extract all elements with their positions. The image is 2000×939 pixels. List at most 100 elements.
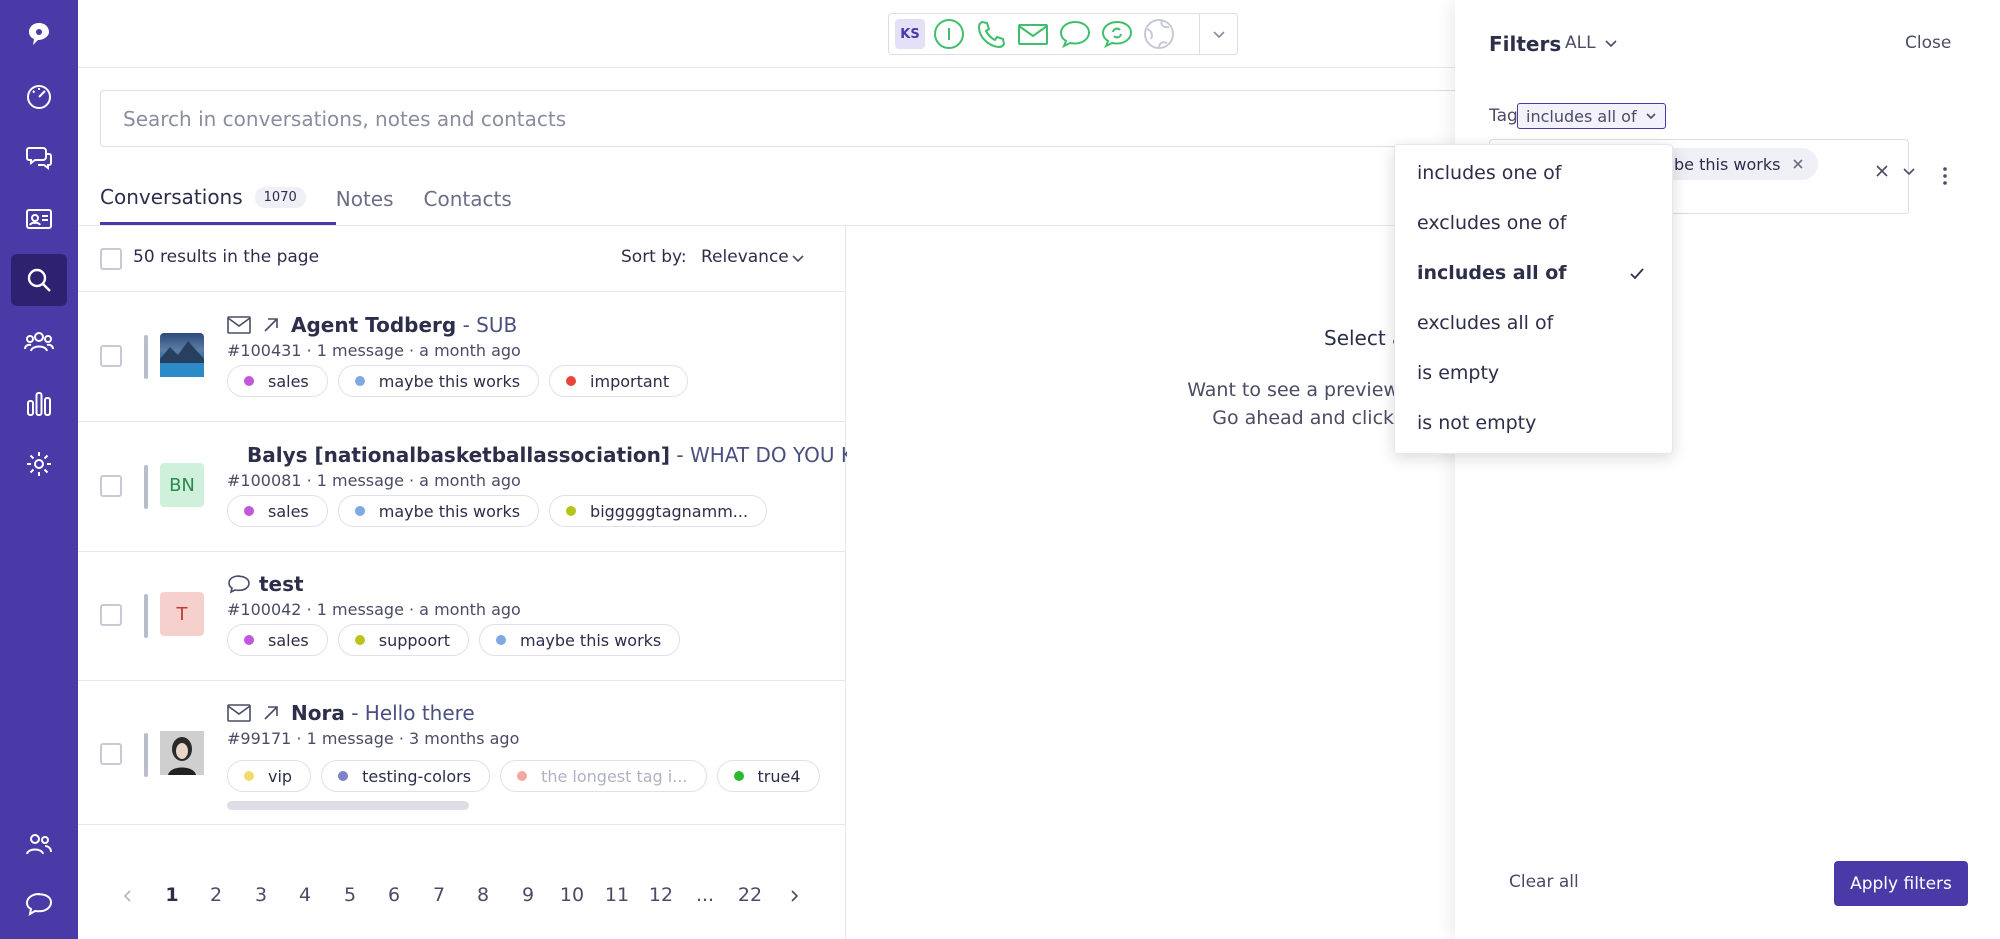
divider <box>1199 14 1200 54</box>
chevron-right-icon[interactable] <box>786 888 802 904</box>
conversation-title[interactable]: Agent Todberg - SUB <box>227 313 517 337</box>
page-button[interactable]: 3 <box>241 884 281 906</box>
logo-icon[interactable] <box>11 8 67 60</box>
chat-refresh-icon[interactable] <box>1099 16 1135 52</box>
conversations-icon[interactable] <box>11 131 67 183</box>
page-button[interactable]: 8 <box>463 884 503 906</box>
settings-gear-icon[interactable] <box>11 438 67 490</box>
dashboard-icon[interactable] <box>11 71 67 123</box>
subject: - WHAT DO YOU KNO <box>676 443 847 467</box>
close-button[interactable]: Close <box>1905 33 1951 53</box>
contact-name: Agent Todberg <box>291 313 457 337</box>
chevron-down-icon[interactable] <box>1902 164 1916 178</box>
page-button[interactable]: 4 <box>285 884 325 906</box>
conversation-title[interactable]: Nora - Hello there <box>227 701 475 725</box>
user-avatar[interactable]: KS <box>895 19 925 49</box>
tag-badge[interactable]: maybe this works <box>337 495 540 527</box>
mail-icon[interactable] <box>1015 16 1051 52</box>
page-button[interactable]: 11 <box>597 884 637 906</box>
globe-icon[interactable] <box>1141 16 1177 52</box>
row-checkbox[interactable] <box>100 345 122 367</box>
tab-contacts[interactable]: Contacts <box>424 172 542 225</box>
tab-label: Conversations <box>100 185 243 209</box>
checkmark-icon <box>1630 268 1644 280</box>
clear-all-button[interactable]: Clear all <box>1509 872 1579 892</box>
chevron-down-icon <box>1646 113 1656 120</box>
select-all-checkbox[interactable] <box>100 248 122 270</box>
priority-bar <box>144 594 148 638</box>
chat-support-icon[interactable] <box>11 878 67 930</box>
page-button[interactable]: 10 <box>552 884 592 906</box>
dropdown-option[interactable]: is not empty <box>1417 412 1657 434</box>
tab-notes[interactable]: Notes <box>336 172 424 225</box>
search-input[interactable] <box>101 91 1479 146</box>
page-button[interactable]: 7 <box>419 884 459 906</box>
tag-badge[interactable]: sales <box>227 495 328 527</box>
chevron-left-icon[interactable] <box>120 888 136 904</box>
row-checkbox[interactable] <box>100 604 122 626</box>
row-checkbox[interactable] <box>100 743 122 765</box>
contacts-card-icon[interactable] <box>11 193 67 245</box>
tag-badge[interactable]: maybe this works <box>478 624 681 656</box>
tag-badge[interactable]: vip <box>227 760 312 792</box>
dropdown-option[interactable]: includes one of <box>1417 162 1657 184</box>
tag-badge[interactable]: important <box>549 365 689 397</box>
table-row[interactable]: BN Balys [nationalbasketballassociation]… <box>78 423 847 552</box>
results-count: 50 results in the page <box>133 247 320 267</box>
chevron-down-icon[interactable] <box>1209 24 1229 44</box>
conversation-meta: #100081 · 1 message · a month ago <box>227 471 521 490</box>
tag-badge[interactable]: suppoort <box>337 624 469 656</box>
reports-icon[interactable] <box>11 378 67 430</box>
page-button[interactable]: 6 <box>374 884 414 906</box>
filters-panel: Filters ALL Close Tag includes all of be… <box>1455 0 2000 939</box>
outgoing-arrow-icon <box>264 318 278 332</box>
tag-badge[interactable]: maybe this works <box>337 365 540 397</box>
tab-label: Contacts <box>423 186 512 211</box>
clear-icon[interactable] <box>1875 164 1889 178</box>
page-button[interactable]: 5 <box>330 884 370 906</box>
chip-label: be this works <box>1674 154 1781 174</box>
sort-select[interactable]: Relevance <box>701 247 789 267</box>
search-icon[interactable] <box>11 254 67 306</box>
tag-list: vip testing-colors the longest tag i... … <box>227 760 887 792</box>
operator-select[interactable]: includes all of <box>1517 103 1666 129</box>
avatar: T <box>160 592 204 636</box>
table-row[interactable]: Nora - Hello there #99171 · 1 message · … <box>78 681 846 825</box>
tag-badge[interactable]: testing-colors <box>321 760 491 792</box>
list-header: 50 results in the page Sort by: Relevanc… <box>78 226 846 292</box>
tag-badge[interactable]: sales <box>227 624 328 656</box>
more-options-icon[interactable] <box>1942 166 1948 186</box>
dropdown-option[interactable]: excludes all of <box>1417 312 1657 334</box>
page-button[interactable]: 12 <box>641 884 681 906</box>
dropdown-option[interactable]: is empty <box>1417 362 1657 384</box>
tab-conversations[interactable]: Conversations 1070 <box>100 172 336 225</box>
table-row[interactable]: Agent Todberg - SUB #100431 · 1 message … <box>78 293 846 422</box>
tag-badge[interactable]: bigggggtagnamm... <box>549 495 768 527</box>
tag-badge[interactable]: sales <box>227 365 328 397</box>
row-checkbox[interactable] <box>100 475 122 497</box>
dropdown-option-selected[interactable]: includes all of <box>1417 262 1657 284</box>
dropdown-option[interactable]: excludes one of <box>1417 212 1657 234</box>
avatar <box>160 731 204 775</box>
info-icon[interactable] <box>931 16 967 52</box>
horizontal-scrollbar[interactable] <box>227 801 469 810</box>
table-row[interactable]: T test #100042 · 1 message · a month ago… <box>78 552 846 681</box>
conversation-title[interactable]: test <box>227 572 304 596</box>
chat-icon[interactable] <box>1057 16 1093 52</box>
page-button[interactable]: 22 <box>730 884 770 906</box>
phone-icon[interactable] <box>973 16 1009 52</box>
page-button[interactable]: 1 <box>152 884 192 906</box>
chevron-down-icon[interactable] <box>791 251 805 265</box>
page-button[interactable]: 9 <box>508 884 548 906</box>
remove-icon[interactable] <box>1792 158 1804 170</box>
tag-badge[interactable]: true4 <box>716 760 820 792</box>
apply-filters-button[interactable]: Apply filters <box>1834 861 1968 906</box>
team-icon[interactable] <box>11 818 67 870</box>
status-selector[interactable]: KS <box>888 13 1238 55</box>
scope-select[interactable]: ALL <box>1565 33 1618 53</box>
page-button[interactable]: 2 <box>196 884 236 906</box>
tag-badge[interactable]: the longest tag i... <box>500 760 707 792</box>
search-bar[interactable] <box>100 90 1480 147</box>
conversation-title[interactable]: Balys [nationalbasketballassociation] - … <box>227 443 847 467</box>
customers-icon[interactable] <box>11 316 67 368</box>
